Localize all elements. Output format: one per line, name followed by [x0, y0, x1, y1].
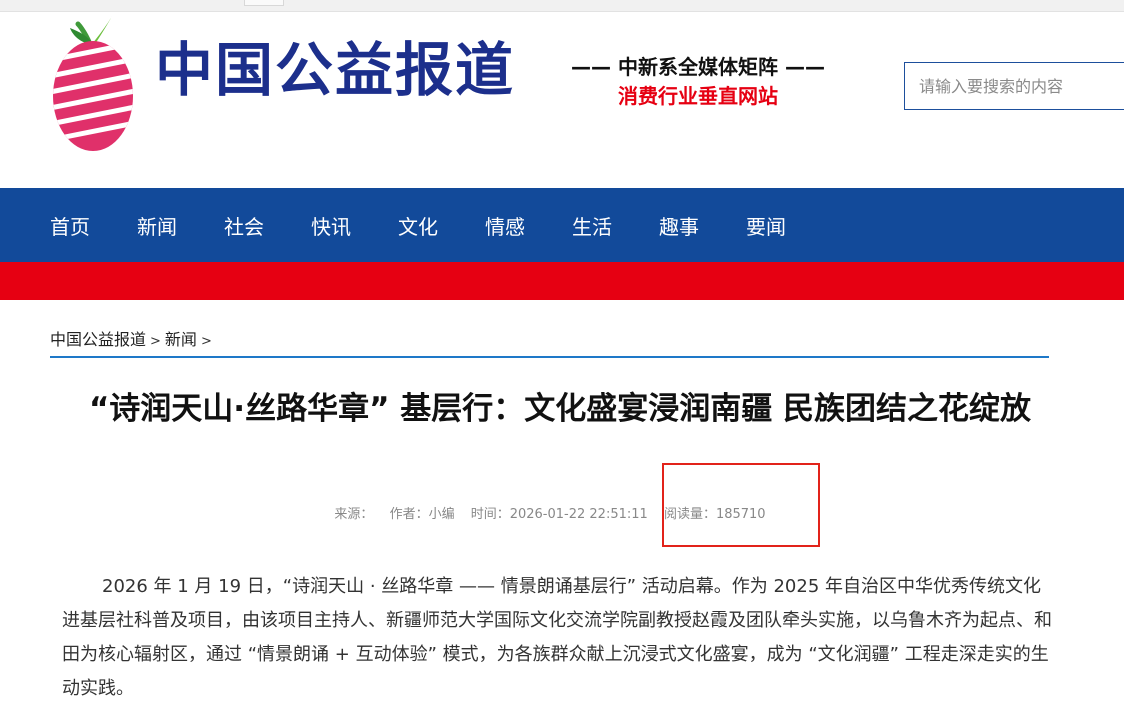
breadcrumb-home-link[interactable]: 中国公益报道	[50, 326, 146, 350]
nav-item-news[interactable]: 新闻	[137, 211, 177, 240]
main-nav: 首页 新闻 社会 快讯 文化 情感 生活 趣事 要闻	[0, 188, 1124, 262]
breadcrumb-separator: >	[200, 334, 212, 349]
nav-item-society[interactable]: 社会	[224, 211, 264, 240]
nav-item-headlines[interactable]: 要闻	[746, 211, 786, 240]
browser-tab-stub[interactable]	[244, 0, 284, 6]
apple-logo-icon[interactable]	[50, 14, 140, 154]
slogan-line-1: —— 中新系全媒体矩阵 ——	[571, 55, 825, 79]
nav-item-fun[interactable]: 趣事	[659, 211, 699, 240]
article-title: “诗润天山·丝路华章” 基层行：文化盛宴浸润南疆 民族团结之花绽放	[88, 391, 1032, 427]
breadcrumb: 中国公益报道 > 新闻 >	[50, 326, 1049, 358]
meta-time: 时间：2026-01-22 22:51:11	[470, 507, 648, 522]
site-slogan: —— 中新系全媒体矩阵 —— 消费行业垂直网站	[548, 54, 848, 110]
nav-item-home[interactable]: 首页	[50, 211, 90, 240]
meta-author: 作者：小编	[389, 507, 455, 522]
browser-top-strip	[0, 0, 1124, 12]
site-brand-title[interactable]: 中国公益报道	[155, 34, 515, 106]
slogan-line-2: 消费行业垂直网站	[618, 84, 778, 108]
nav-item-flash[interactable]: 快讯	[311, 211, 351, 240]
meta-source: 来源：	[334, 507, 374, 522]
article-body-paragraph: 2026 年 1 月 19 日，“诗润天山 · 丝路华章 —— 情景朗诵基层行”…	[62, 576, 1052, 699]
read-count-highlight-box	[662, 463, 820, 547]
article-meta: 来源： 作者：小编 时间：2026-01-22 22:51:11 阅读量：185…	[50, 503, 1050, 522]
search-input[interactable]	[904, 62, 1124, 110]
nav-item-life[interactable]: 生活	[572, 211, 612, 240]
red-banner-strip	[0, 262, 1124, 300]
breadcrumb-separator: >	[150, 334, 161, 349]
nav-item-culture[interactable]: 文化	[398, 211, 438, 240]
breadcrumb-section-link[interactable]: 新闻	[165, 326, 197, 350]
nav-item-emotion[interactable]: 情感	[485, 211, 525, 240]
